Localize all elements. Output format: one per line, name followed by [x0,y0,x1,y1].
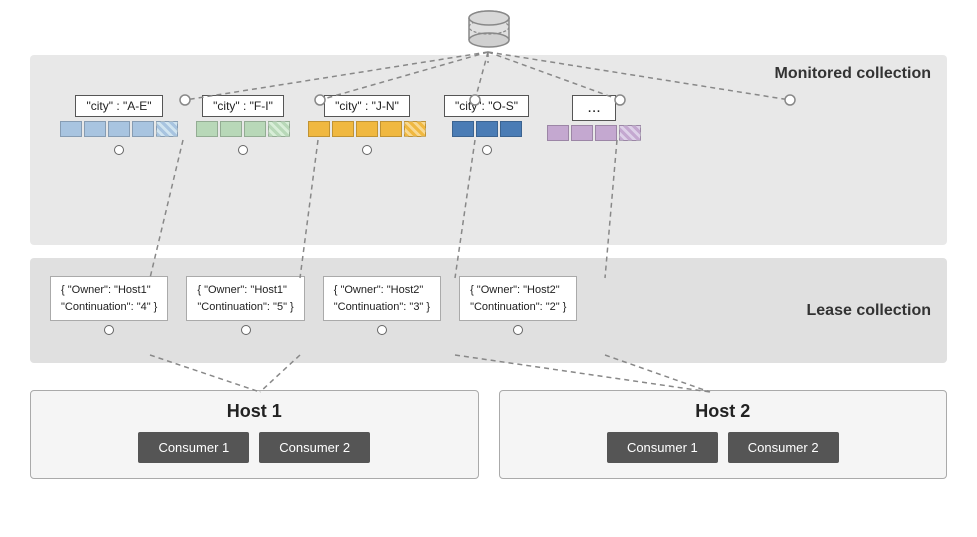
lease-section: Lease collection { "Owner": "Host1""Cont… [30,258,947,363]
lease-dot-3 [377,325,387,335]
lease-box-3: { "Owner": "Host2""Continuation": "3" } [323,276,441,321]
block [196,121,218,137]
host-2-consumers: Consumer 1 Consumer 2 [515,432,932,463]
partition-os-dot [482,145,492,155]
block [380,121,402,137]
block [244,121,266,137]
partition-jn-label: "city" : "J-N" [324,95,410,117]
hosts-row: Host 1 Consumer 1 Consumer 2 Host 2 Cons… [30,390,947,479]
lease-item-3: { "Owner": "Host2""Continuation": "3" } [323,276,441,335]
block [60,121,82,137]
monitored-section: Monitored collection "city" : "A-E" "cit… [30,55,947,245]
lease-dot-1 [104,325,114,335]
partition-ellipsis-blocks [547,125,641,141]
block [571,125,593,141]
host-2-box: Host 2 Consumer 1 Consumer 2 [499,390,948,479]
lease-box-1: { "Owner": "Host1""Continuation": "4" } [50,276,168,321]
lease-dot-2 [241,325,251,335]
partition-ae: "city" : "A-E" [60,95,178,155]
partition-fi-label: "city" : "F-I" [202,95,284,117]
lease-box-4: { "Owner": "Host2""Continuation": "2" } [459,276,577,321]
block [452,121,474,137]
partitions-row: "city" : "A-E" "city" : "F-I" [60,95,937,155]
partition-ae-label: "city" : "A-E" [75,95,162,117]
partition-jn: "city" : "J-N" [308,95,426,155]
lease-item-1: { "Owner": "Host1""Continuation": "4" } [50,276,168,335]
lease-dot-4 [513,325,523,335]
partition-jn-blocks [308,121,426,137]
lease-boxes-row: { "Owner": "Host1""Continuation": "4" } … [50,276,577,335]
block [156,121,178,137]
block [595,125,617,141]
block [84,121,106,137]
block [220,121,242,137]
partition-os: "city": "O-S" [444,95,529,155]
partition-fi: "city" : "F-I" [196,95,290,155]
lease-label: Lease collection [807,302,932,320]
host-2-consumer-2: Consumer 2 [728,432,839,463]
lease-item-2: { "Owner": "Host1""Continuation": "5" } [186,276,304,335]
block [619,125,641,141]
block [547,125,569,141]
block [476,121,498,137]
lease-item-4: { "Owner": "Host2""Continuation": "2" } [459,276,577,335]
partition-fi-blocks [196,121,290,137]
partition-os-blocks [452,121,522,137]
partition-ellipsis: ... [547,95,641,141]
block [356,121,378,137]
partition-jn-dot [362,145,372,155]
host-1-box: Host 1 Consumer 1 Consumer 2 [30,390,479,479]
block [108,121,130,137]
monitored-label: Monitored collection [775,65,931,83]
block [268,121,290,137]
partition-ae-blocks [60,121,178,137]
block [500,121,522,137]
partition-ellipsis-label: ... [572,95,615,121]
lease-box-2: { "Owner": "Host1""Continuation": "5" } [186,276,304,321]
partition-fi-dot [238,145,248,155]
database-icon [463,8,515,55]
host-1-consumer-1: Consumer 1 [138,432,249,463]
block [404,121,426,137]
block [332,121,354,137]
host-2-title: Host 2 [515,401,932,422]
host-1-consumers: Consumer 1 Consumer 2 [46,432,463,463]
partition-ae-dot [114,145,124,155]
host-1-consumer-2: Consumer 2 [259,432,370,463]
host-2-consumer-1: Consumer 1 [607,432,718,463]
host-1-title: Host 1 [46,401,463,422]
main-container: Monitored collection "city" : "A-E" "cit… [0,0,977,537]
block [132,121,154,137]
partition-os-label: "city": "O-S" [444,95,529,117]
block [308,121,330,137]
